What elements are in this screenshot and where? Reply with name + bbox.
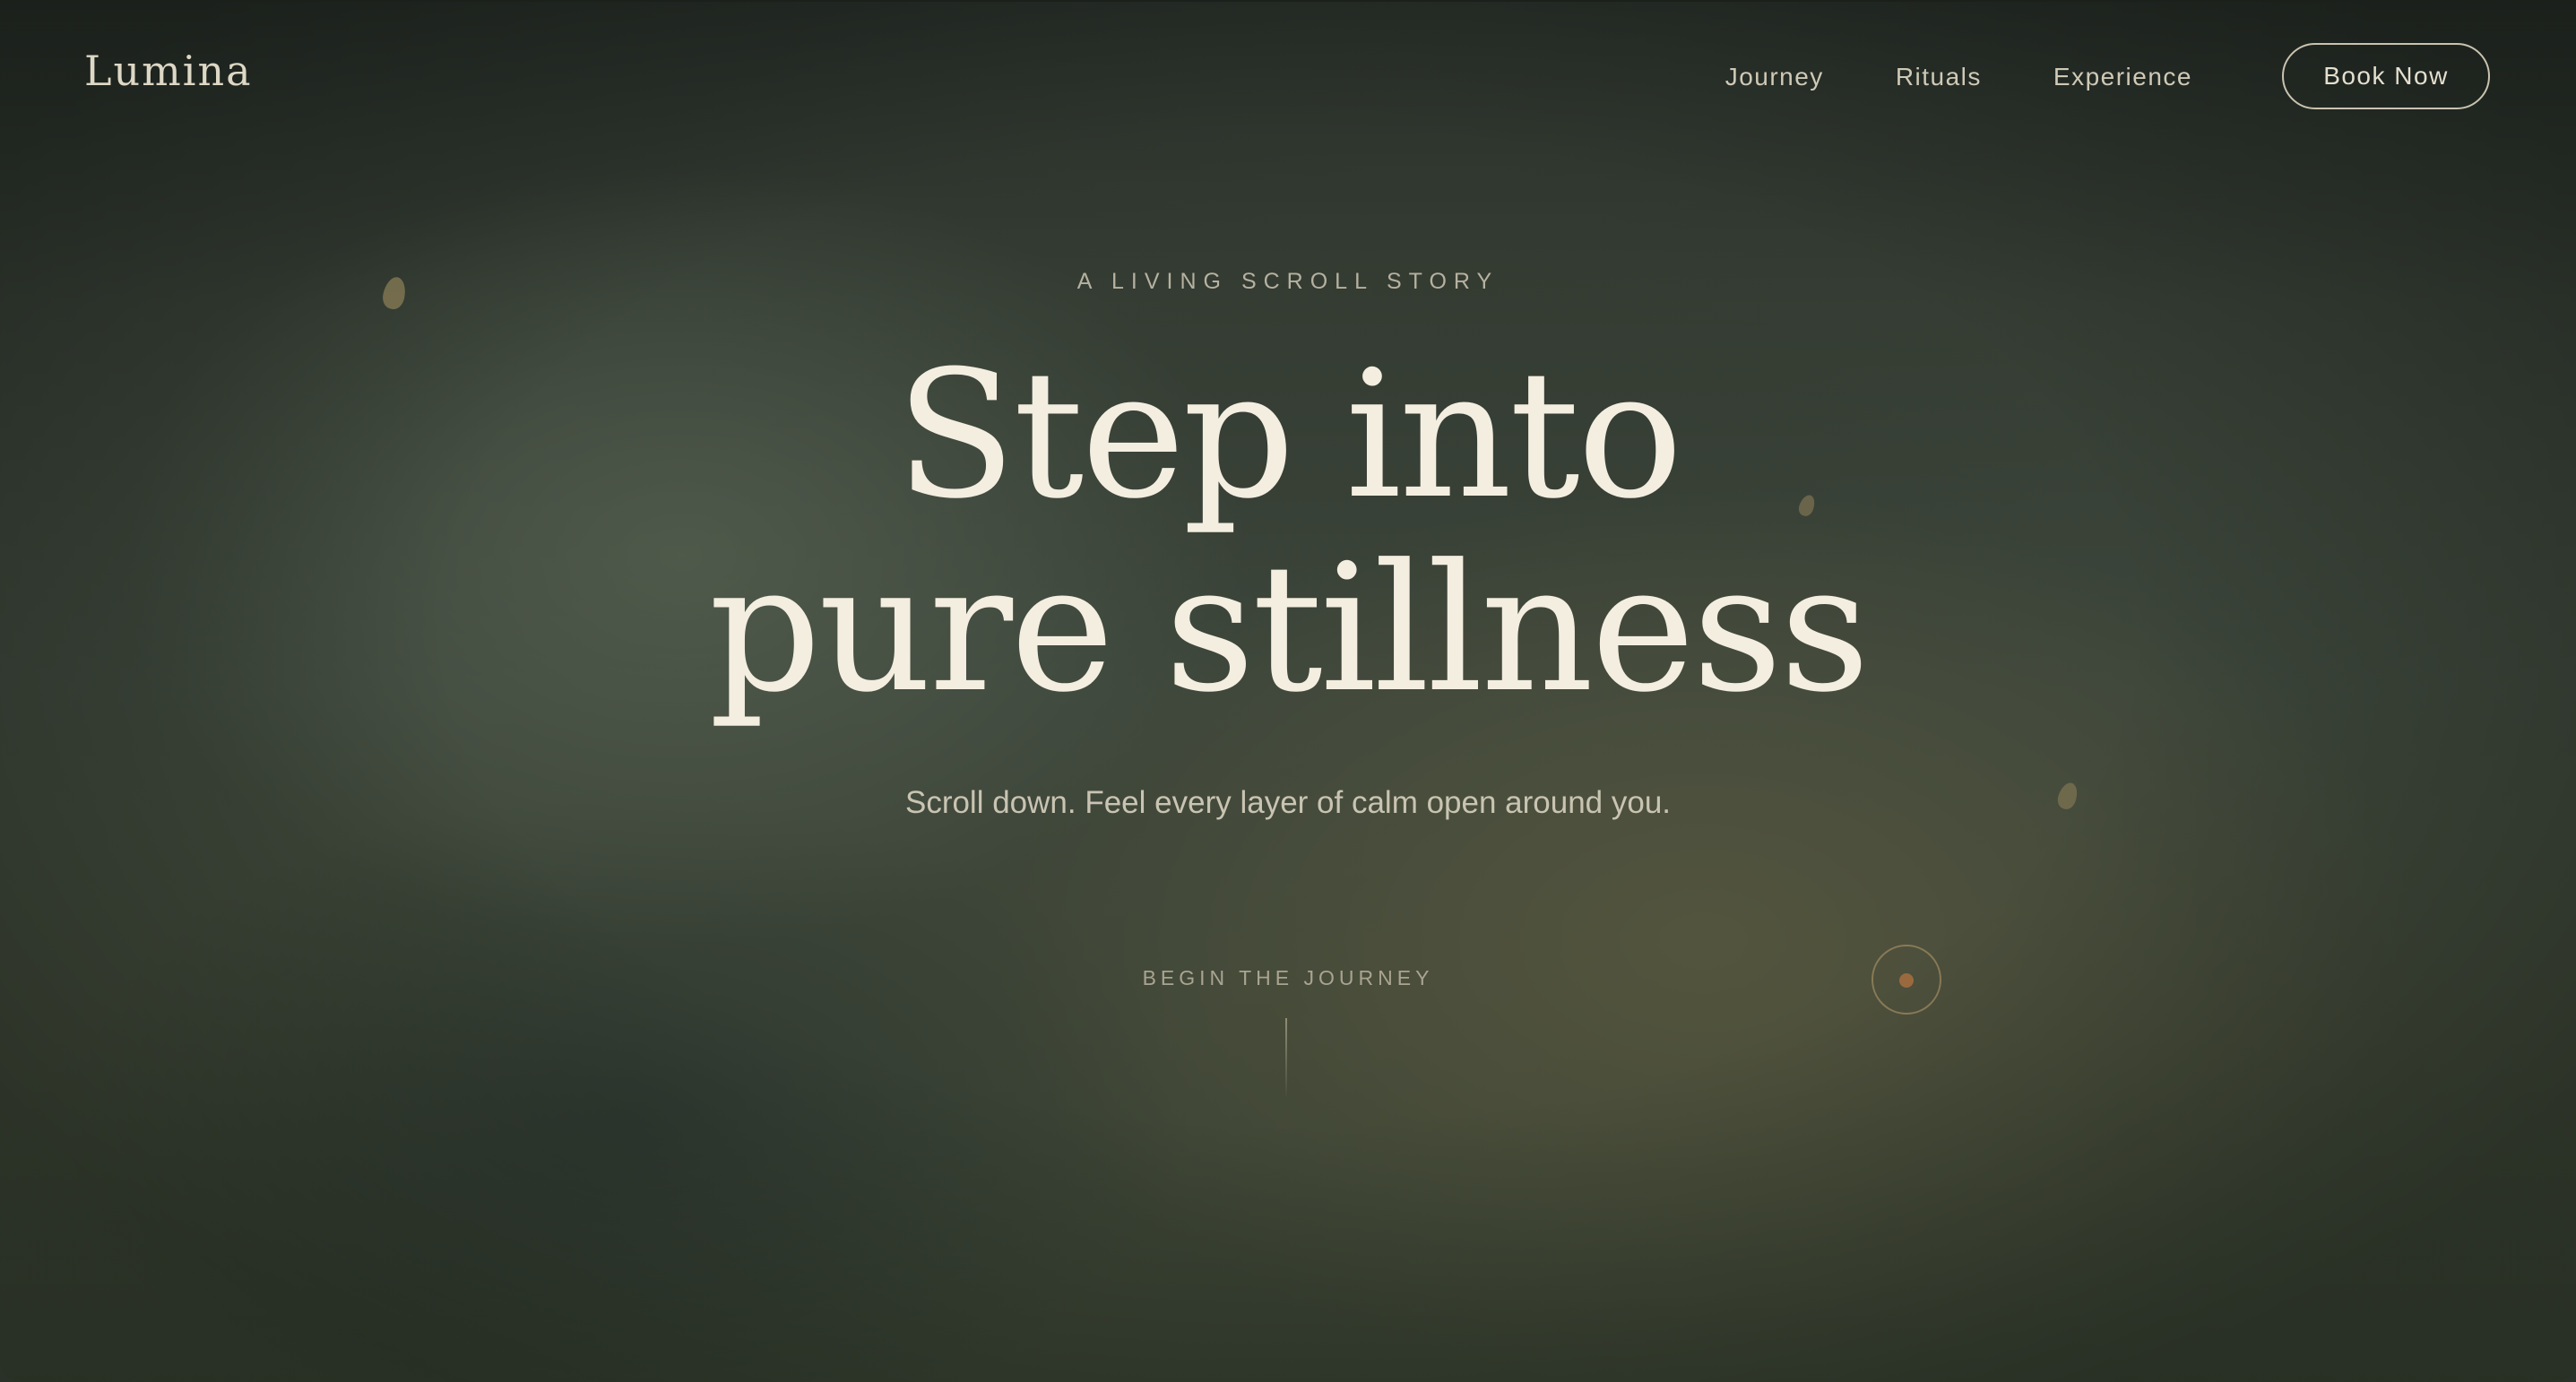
begin-journey-link[interactable]: BEGIN THE JOURNEY [0,966,2576,990]
top-navigation: Lumina Journey Rituals Experience Book N… [0,0,2576,154]
book-now-button[interactable]: Book Now [2282,43,2490,109]
floating-orb-dot [1899,973,1914,988]
headline-line-2: pure stillness [708,527,1870,731]
floating-leaf-icon [2054,780,2081,812]
nav-link-journey[interactable]: Journey [1725,63,1824,91]
nav-links: Journey Rituals Experience [1725,63,2192,91]
scroll-indicator-line [1285,1018,1287,1099]
hero-page: Lumina Journey Rituals Experience Book N… [0,0,2576,1382]
hero-subtitle: Scroll down. Feel every layer of calm op… [904,785,1672,820]
brand-logo[interactable]: Lumina [84,47,253,95]
hero-headline: Step into pure stillness [0,339,2576,726]
nav-link-experience[interactable]: Experience [2053,63,2192,91]
nav-link-rituals[interactable]: Rituals [1896,63,1982,91]
headline-line-1: Step into [895,333,1682,538]
